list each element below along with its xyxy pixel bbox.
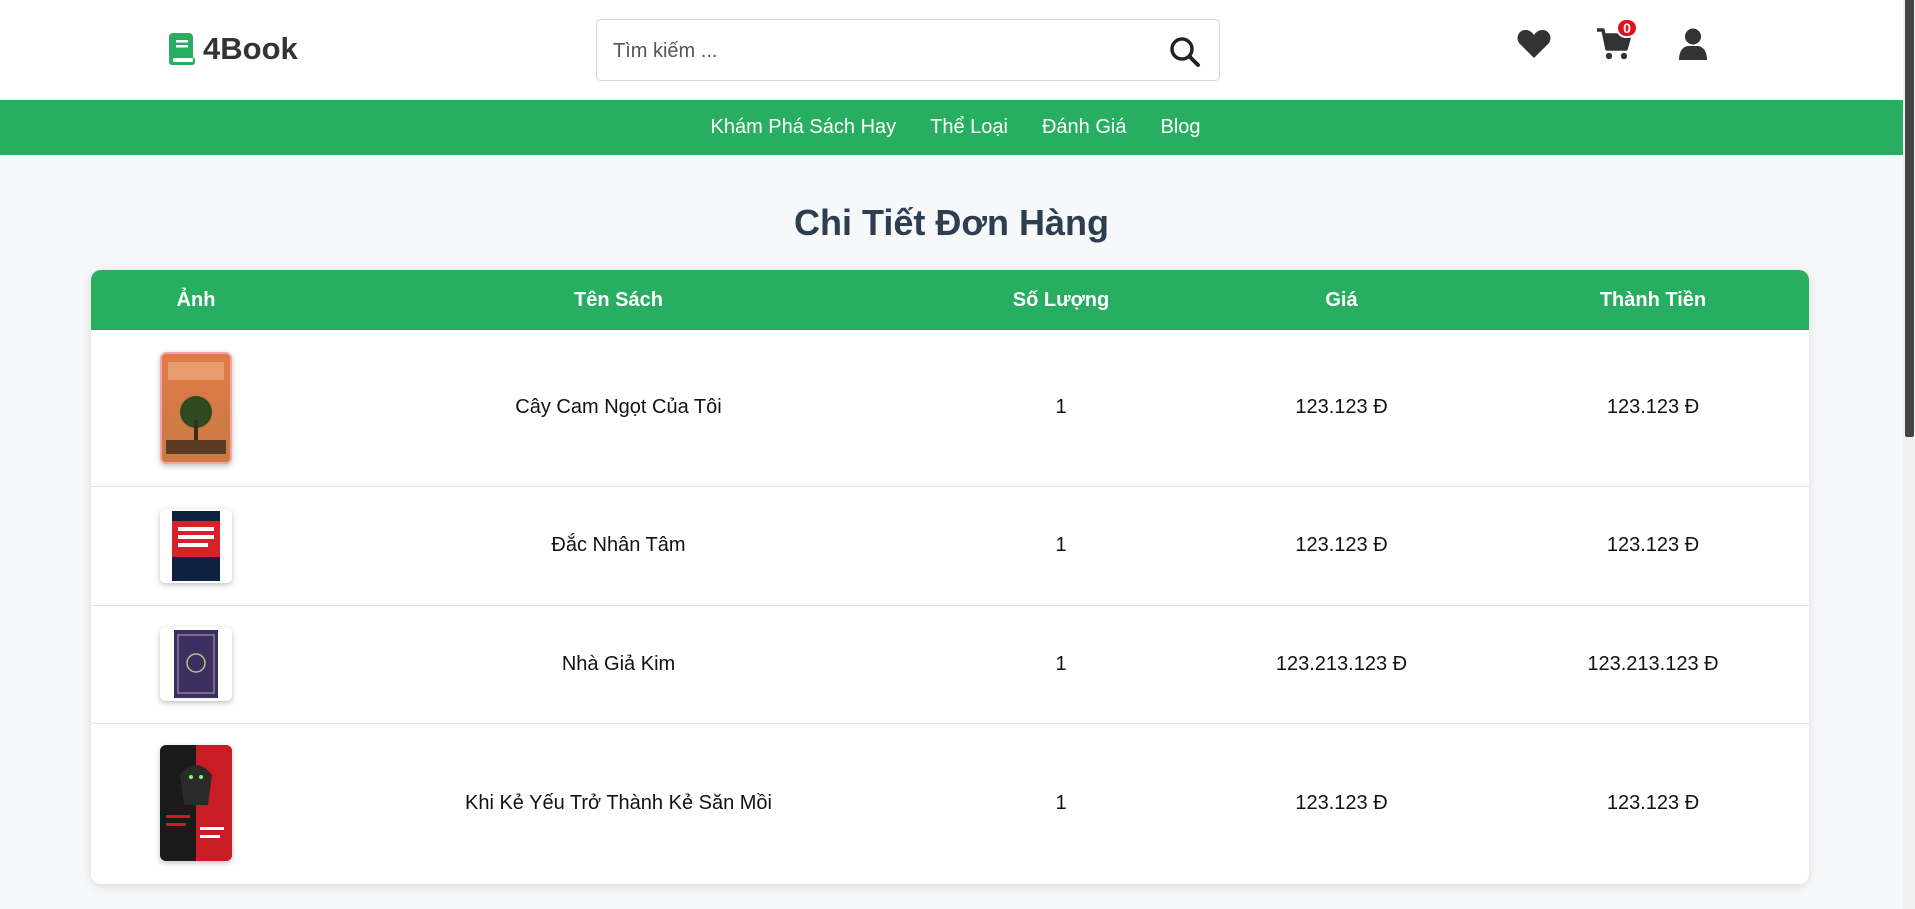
order-detail-table: Ảnh Tên Sách Số Lượng Giá Thành Tiền Cây…: [91, 270, 1809, 884]
book-cover-art: [162, 353, 230, 462]
nav-item-categories[interactable]: Thể Loại: [930, 116, 1008, 139]
search-box: [596, 19, 1220, 81]
quantity: 1: [936, 485, 1186, 605]
logo-text: 4Book: [203, 31, 298, 66]
unit-price: 123.123 Đ: [1295, 396, 1388, 419]
quantity: 1: [1055, 396, 1067, 419]
main-nav: Khám Phá Sách Hay Thể Loại Đánh Giá Blog: [0, 100, 1903, 155]
book-title: Cây Cam Ngọt Của Tôi: [515, 396, 722, 419]
search-button[interactable]: [1167, 34, 1203, 70]
account-button[interactable]: [1673, 24, 1713, 64]
book-cover-image[interactable]: [160, 627, 232, 701]
column-header-quantity: Số Lượng: [1012, 288, 1110, 311]
nav-item-blog[interactable]: Blog: [1160, 116, 1200, 139]
book-title: Nhà Giả Kim: [301, 604, 936, 723]
unit-price: 123.123 Đ: [1186, 485, 1497, 605]
cover-cell: [91, 330, 301, 486]
book-title: Đắc Nhân Tâm: [301, 485, 936, 605]
unit-price: 123.213.123 Đ: [1186, 604, 1497, 723]
site-header: 4Book 0: [0, 0, 1903, 100]
book-cover-art: [160, 745, 232, 862]
table-row: Khi Kẻ Yếu Trở Thành Kẻ Săn Mồi 1 123.12…: [91, 722, 1809, 883]
quantity: 1: [936, 722, 1186, 883]
cart-count-badge: 0: [1616, 18, 1638, 38]
search-input[interactable]: [611, 32, 1135, 70]
cover-cell: [91, 485, 301, 605]
book-cover-art: [160, 508, 232, 583]
table-row: Nhà Giả Kim 1 123.213.123 Đ 123.213.123 …: [91, 604, 1809, 723]
nav-item-discover[interactable]: Khám Phá Sách Hay: [710, 116, 896, 139]
column-header-price: Giá: [1325, 288, 1358, 311]
book-cover-image[interactable]: [160, 351, 232, 464]
book-icon: [169, 33, 195, 65]
table-row: Cây Cam Ngọt Của Tôi 1 123.123 Đ 123.123…: [91, 330, 1809, 486]
page-scrollbar[interactable]: [1903, 0, 1915, 909]
table-row: Đắc Nhân Tâm 1 123.123 Đ 123.123 Đ: [91, 485, 1809, 605]
line-total: 123.123 Đ: [1606, 396, 1700, 419]
cover-cell: [91, 604, 301, 723]
book-title: Khi Kẻ Yếu Trở Thành Kẻ Săn Mồi: [301, 722, 936, 883]
book-cover-image[interactable]: [160, 508, 232, 583]
book-cover-image[interactable]: [160, 745, 232, 862]
user-icon: [1679, 28, 1707, 60]
column-header-title: Tên Sách: [574, 288, 663, 311]
unit-price: 123.123 Đ: [1186, 722, 1497, 883]
line-total: 123.213.123 Đ: [1497, 604, 1809, 723]
search-icon: [1170, 37, 1200, 67]
heart-icon: [1517, 30, 1551, 58]
column-header-image: Ảnh: [176, 288, 216, 311]
nav-item-reviews[interactable]: Đánh Giá: [1042, 116, 1127, 139]
scrollbar-thumb[interactable]: [1905, 0, 1914, 437]
line-total: 123.123 Đ: [1497, 722, 1809, 883]
line-total: 123.123 Đ: [1497, 485, 1809, 605]
column-header-total: Thành Tiền: [1599, 288, 1707, 311]
wishlist-button[interactable]: [1514, 24, 1554, 64]
quantity: 1: [936, 604, 1186, 723]
page-title: Chi Tiết Đơn Hàng: [794, 202, 1109, 243]
book-cover-art: [160, 627, 232, 701]
logo[interactable]: 4Book: [167, 30, 298, 68]
table-header-row: Ảnh Tên Sách Số Lượng Giá Thành Tiền: [91, 270, 1809, 330]
cover-cell: [91, 722, 301, 883]
